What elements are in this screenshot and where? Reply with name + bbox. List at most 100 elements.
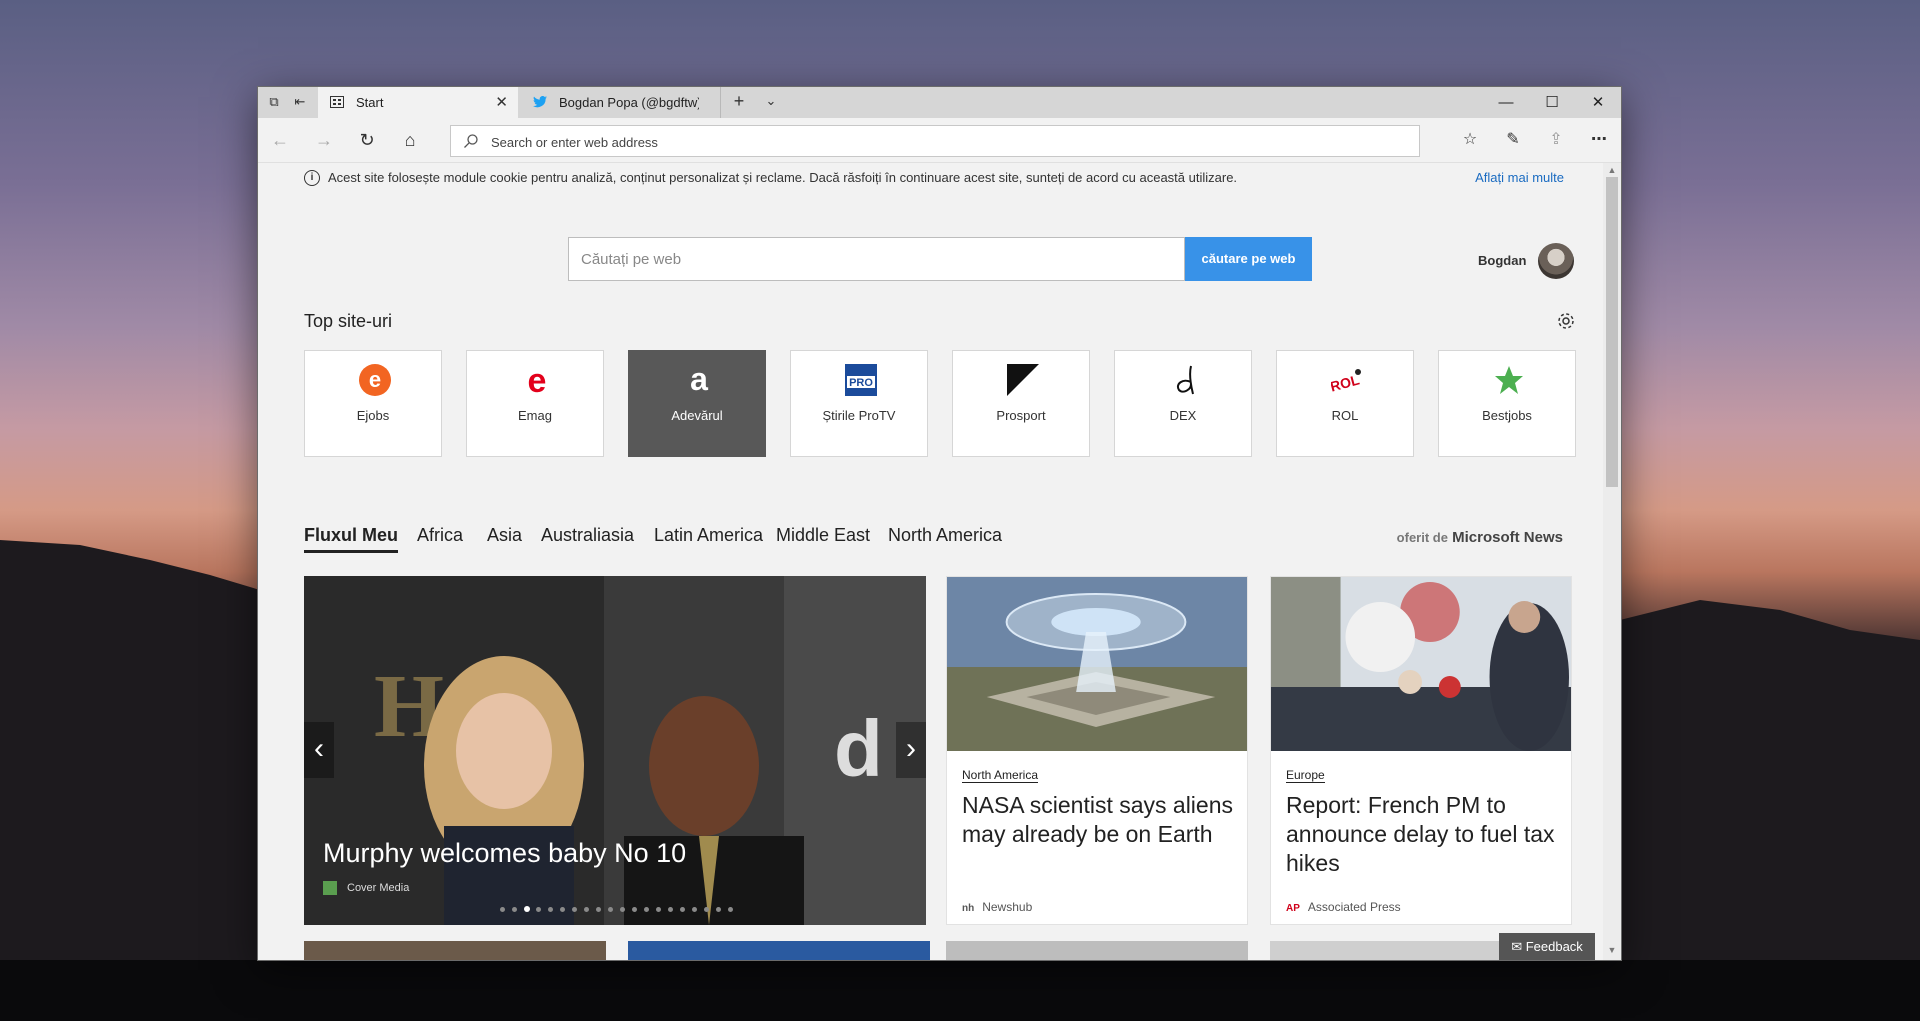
back-button[interactable]: ← [268,128,292,152]
carousel-prev-button[interactable]: ‹ [304,722,334,778]
top-site-protv[interactable]: PRO Știrile ProTV [790,350,928,457]
maximize-button[interactable]: ☐ [1529,87,1575,118]
svg-text:ROL: ROL [1331,371,1362,394]
address-input[interactable] [489,126,1393,158]
web-search-input[interactable] [568,237,1185,281]
top-site-adevarul[interactable]: a Adevărul [628,350,766,457]
carousel-dot[interactable] [560,907,565,912]
feed-tab-north-america[interactable]: North America [888,525,1002,546]
close-window-button[interactable]: ✕ [1575,87,1621,118]
carousel-dot[interactable] [524,906,530,912]
web-search-button[interactable]: căutare pe web [1185,237,1312,281]
carousel-dot[interactable] [548,907,553,912]
carousel-dot[interactable] [668,907,673,912]
tab-preview-chevron-icon[interactable]: ⌄ [763,93,779,109]
carousel-dot[interactable] [620,907,625,912]
avatar[interactable] [1538,243,1574,279]
top-site-prosport[interactable]: Prosport [952,350,1090,457]
top-site-label: Știrile ProTV [822,408,896,423]
carousel-dot[interactable] [704,907,709,912]
new-tab-icon[interactable]: + [731,92,747,110]
web-search: căutare pe web [568,237,1312,281]
top-site-bestjobs[interactable]: Bestjobs [1438,350,1576,457]
scroll-down-icon[interactable]: ▼ [1603,945,1621,955]
scroll-up-icon[interactable]: ▲ [1603,165,1621,175]
svg-text:a: a [690,364,708,396]
next-row-card[interactable] [628,941,930,960]
powered-by-prefix: oferit de [1396,530,1448,545]
top-sites-grid: e Ejobs e Emag a Adevărul PRO Știrile Pr… [304,350,1578,457]
feed-tab-my-feed[interactable]: Fluxul Meu [304,525,398,553]
carousel-dot[interactable] [596,907,601,912]
close-tab-icon[interactable]: ✕ [495,87,508,118]
tab-start[interactable]: Start ✕ [318,87,518,118]
forward-button[interactable]: → [312,128,336,152]
hero-carousel[interactable]: H d ‹ › Murphy welcomes baby No 10 Cover… [304,576,926,925]
carousel-dot[interactable] [632,907,637,912]
carousel-dot[interactable] [680,907,685,912]
feed-tab-middle-east[interactable]: Middle East [776,525,870,546]
news-source: nh Newshub [962,900,1032,914]
carousel-dot[interactable] [656,907,661,912]
carousel-dot[interactable] [608,907,613,912]
carousel-dot[interactable] [728,907,733,912]
scrollbar-thumb[interactable] [1606,177,1618,487]
hero-title[interactable]: Murphy welcomes baby No 10 [323,838,686,869]
powered-by-brand[interactable]: Microsoft News [1452,529,1563,546]
tab-twitter[interactable]: Bogdan Popa (@bgdftw) | T [521,87,721,118]
top-site-ejobs[interactable]: e Ejobs [304,350,442,457]
emag-logo: e [528,364,547,396]
tabs-aside-icon[interactable]: ⧉ [266,94,282,110]
user-name: Bogdan [1478,253,1527,268]
carousel-dot[interactable] [572,907,577,912]
carousel-next-button[interactable]: › [896,722,926,778]
news-category[interactable]: North America [962,768,1039,783]
next-row-card[interactable] [304,941,606,960]
gear-icon[interactable] [1555,310,1577,332]
next-row-card[interactable] [946,941,1248,960]
news-category[interactable]: Europe [1286,768,1325,783]
tab-bar: ⧉ ⇤ Start ✕ Bogdan Popa (@bgdftw) | T + … [258,87,1621,118]
news-card[interactable]: Europe Report: French PM to announce del… [1270,576,1572,925]
top-site-dex[interactable]: DEX [1114,350,1252,457]
set-aside-tabs-icon[interactable]: ⇤ [292,94,308,110]
feed-tab-africa[interactable]: Africa [417,525,463,546]
feed-tab-latin-america[interactable]: Latin America [654,525,763,546]
carousel-dot[interactable] [500,907,505,912]
prosport-logo [1007,364,1039,396]
feedback-button[interactable]: ✉ Feedback [1499,933,1595,960]
hero-image: H d [304,576,926,925]
feed-tab-australiasia[interactable]: Australiasia [541,525,634,546]
carousel-dot[interactable] [512,907,517,912]
carousel-dot[interactable] [536,907,541,912]
news-image-protest [1271,577,1571,751]
address-bar[interactable] [450,125,1420,158]
more-icon[interactable]: ⋯ [1587,128,1611,152]
svg-text:e: e [369,367,381,392]
vertical-scrollbar[interactable]: ▲ ▼ [1603,163,1621,960]
share-icon[interactable]: ⇪ [1544,128,1568,152]
refresh-button[interactable]: ↻ [355,128,379,152]
top-site-emag[interactable]: e Emag [466,350,604,457]
pen-icon[interactable]: ✎ [1501,128,1525,152]
news-title[interactable]: Report: French PM to announce delay to f… [1286,791,1558,878]
favorites-icon[interactable]: ☆ [1458,128,1482,152]
feed-tab-asia[interactable]: Asia [487,525,522,546]
bestjobs-logo [1495,366,1523,394]
carousel-dot[interactable] [692,907,697,912]
minimize-button[interactable]: — [1483,87,1529,118]
news-title[interactable]: NASA scientist says aliens may already b… [962,791,1234,849]
carousel-dot[interactable] [716,907,721,912]
carousel-dot[interactable] [644,907,649,912]
learn-more-link[interactable]: Aflați mai multe [1475,170,1564,185]
news-source-label: Newshub [982,900,1033,914]
svg-text:e: e [528,364,547,396]
news-source: AP Associated Press [1286,900,1401,914]
news-card[interactable]: North America NASA scientist says aliens… [946,576,1248,925]
adevarul-logo: a [690,364,708,396]
top-site-rol[interactable]: ROL ROL [1276,350,1414,457]
powered-by: oferit de Microsoft News [1397,529,1563,546]
top-site-label: Ejobs [356,408,390,423]
carousel-dot[interactable] [584,907,589,912]
home-button[interactable]: ⌂ [398,128,422,152]
